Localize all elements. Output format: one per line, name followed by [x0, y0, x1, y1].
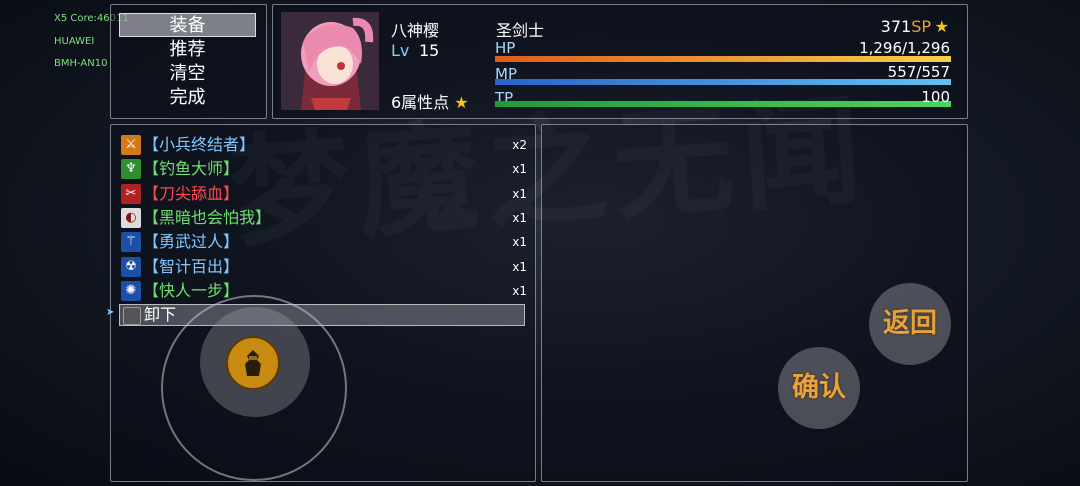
skill-row[interactable]: ☢ 【智计百出】 x1 [119, 255, 531, 279]
mp-gauge-fill [495, 79, 951, 85]
fishing-rod-icon: ♆ [121, 159, 141, 179]
unequip-row[interactable]: 卸下 [119, 304, 525, 326]
dark-shield-icon: ◐ [121, 208, 141, 228]
skill-name: 【小兵终结者】 [143, 135, 256, 154]
tp-value: 100 [921, 88, 950, 106]
command-finish[interactable]: 完成 [119, 86, 256, 110]
star-icon: ★ [454, 93, 469, 112]
sword-slash-icon: ⚚ [121, 232, 141, 252]
bleeding-blade-icon: ✂ [121, 184, 141, 204]
skill-count: x1 [512, 235, 527, 249]
debug-model: BMH-AN10 [54, 58, 108, 69]
selection-cursor-icon: ➤ [106, 307, 115, 318]
attribute-points-label: 6属性点 [391, 93, 450, 112]
skill-count: x1 [512, 162, 527, 176]
character-portrait [281, 12, 379, 110]
skill-count: x1 [512, 187, 527, 201]
actor-name: 八神樱 [391, 21, 440, 40]
skill-row[interactable]: ✺ 【快人一步】 x1 [119, 279, 531, 303]
warrior-icon [245, 350, 261, 376]
skill-row[interactable]: ⚚ 【勇武过人】 x1 [119, 230, 531, 254]
command-equip[interactable]: 装备 [119, 13, 256, 37]
skill-name: 【黑暗也会怕我】 [143, 208, 272, 227]
command-recommend[interactable]: 推荐 [119, 38, 256, 62]
skill-row[interactable]: ⚔ 【小兵终结者】 x2 [119, 133, 531, 157]
skill-name: 【钓鱼大师】 [143, 159, 240, 178]
joystick-knob[interactable] [226, 336, 280, 390]
hp-value: 1,296/1,296 [859, 39, 950, 57]
unequip-label: 卸下 [144, 305, 177, 324]
command-window: 装备 推荐 清空 完成 [110, 4, 267, 119]
mp-gauge [495, 79, 951, 85]
mp-value: 557/557 [887, 63, 950, 81]
sp-star-icon: ★ [934, 17, 949, 36]
skill-count: x1 [512, 284, 527, 298]
skill-count: x2 [512, 138, 527, 152]
sp-display: 371SP [881, 17, 931, 36]
burst-icon: ✺ [121, 281, 141, 301]
skill-count: x1 [512, 211, 527, 225]
skill-row[interactable]: ✂ 【刀尖舔血】 x1 [119, 182, 531, 206]
skill-name: 【智计百出】 [143, 257, 240, 276]
sp-label: SP [911, 17, 931, 36]
unequip-checkbox-icon [123, 307, 141, 325]
attribute-points[interactable]: 6属性点 ★ [391, 89, 469, 113]
confirm-button[interactable]: 确认 [778, 347, 860, 429]
hp-label: HP [495, 39, 516, 57]
back-button[interactable]: 返回 [869, 283, 951, 365]
actor-class: 圣剑士 [496, 21, 545, 40]
radiation-icon: ☢ [121, 257, 141, 277]
skill-name: 【刀尖舔血】 [143, 184, 240, 203]
tp-gauge-fill [495, 101, 951, 107]
skill-row[interactable]: ◐ 【黑暗也会怕我】 x1 [119, 206, 531, 230]
debug-vendor: HUAWEI [54, 36, 95, 47]
running-man-icon: ⚔ [121, 135, 141, 155]
tp-gauge [495, 101, 951, 107]
skill-count: x1 [512, 260, 527, 274]
status-window: 八神樱 Lv 15 6属性点 ★ 圣剑士 371SP ★ HP 1,296/1,… [272, 4, 968, 119]
skill-row[interactable]: ♆ 【钓鱼大师】 x1 [119, 157, 531, 181]
level-label: Lv [391, 41, 410, 60]
command-clear[interactable]: 清空 [119, 62, 256, 86]
skill-name: 【勇武过人】 [143, 232, 240, 251]
sp-value: 371 [880, 17, 912, 36]
level-value: 15 [419, 41, 440, 60]
